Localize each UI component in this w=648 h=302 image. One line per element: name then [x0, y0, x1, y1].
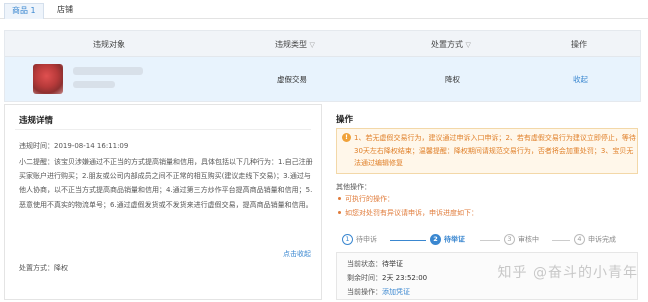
- warning-icon: !: [342, 133, 351, 142]
- reminder-text: 小二提醒：该宝贝涉嫌通过不正当的方式提高销量和信用，具体包括以下几种行为：1.自…: [19, 158, 313, 209]
- table-header: 违规对象 违规类型 ▽ 处置方式 ▽ 操作: [5, 31, 640, 57]
- blurred-product-title: [73, 67, 143, 75]
- measure-value: 降权: [445, 75, 460, 84]
- header-action: 操作: [571, 40, 587, 49]
- notice-box: ! 1、若无虚假交易行为，建议通过申诉入口申诉；2、若有虚假交易行为建议立即停止…: [336, 128, 638, 174]
- remaining-time: 剩余时间：2天 23:52:00: [347, 274, 428, 282]
- step-pending-appeal: 1 待申诉: [342, 234, 377, 245]
- step-appeal-complete: 4 申诉完成: [574, 234, 616, 245]
- filter-icon[interactable]: ▽: [466, 41, 471, 49]
- click-collapse-link[interactable]: 点击收起: [283, 249, 311, 259]
- header-violation-object: 违规对象: [93, 40, 125, 49]
- header-violation-type[interactable]: 违规类型 ▽: [275, 39, 315, 50]
- appeal-progress-steps: 1 待申诉 2 待举证 3 审核中 4 申诉完成: [336, 232, 638, 248]
- violations-table: 违规对象 违规类型 ▽ 处置方式 ▽ 操作 虚假交易 降权 收起: [4, 30, 641, 102]
- tab-goods[interactable]: 商品 1: [4, 3, 44, 19]
- measure-line: 处置方式：降权: [19, 264, 68, 272]
- tab-store[interactable]: 店铺: [50, 3, 80, 19]
- bullet-dot-icon: [338, 197, 341, 200]
- bullet-item: 如您对处罚有异议请申诉，申诉进度如下：: [336, 208, 478, 218]
- divider: [15, 129, 311, 130]
- bullet-dot-icon: [338, 211, 341, 214]
- step-connector: [390, 240, 426, 241]
- bullet-item: 可执行的操作：: [336, 194, 394, 204]
- header-measure[interactable]: 处置方式 ▽: [431, 39, 471, 50]
- current-action: 当前操作：添加凭证: [347, 288, 410, 296]
- filter-icon[interactable]: ▽: [310, 41, 315, 49]
- step-pending-evidence: 2 待举证: [430, 234, 465, 245]
- violation-type-value: 虚假交易: [277, 75, 307, 84]
- notice-text: 1、若无虚假交易行为，建议通过申诉入口申诉；2、若有虚假交易行为建议立即停止，等…: [354, 134, 636, 167]
- detail-title: 违规详情: [19, 116, 54, 126]
- tab-bar: 商品 1 店铺: [0, 0, 648, 19]
- collapse-link[interactable]: 收起: [573, 74, 588, 85]
- other-operations-title: 其他操作：: [336, 183, 371, 191]
- step-under-review: 3 审核中: [504, 234, 539, 245]
- violation-time: 违规时间：2019-08-14 16:11:09: [19, 142, 129, 150]
- step-connector: [480, 240, 500, 241]
- current-status: 当前状态：待举证: [347, 260, 403, 268]
- violation-detail-panel: 违规详情 违规时间：2019-08-14 16:11:09 小二提醒：该宝贝涉嫌…: [4, 104, 322, 300]
- blurred-product-id: [73, 81, 115, 88]
- step-connector: [552, 240, 570, 241]
- table-row[interactable]: 虚假交易 降权 收起: [5, 57, 640, 101]
- ops-title: 操作: [336, 115, 354, 125]
- add-evidence-link[interactable]: 添加凭证: [382, 288, 410, 296]
- product-thumbnail[interactable]: [33, 64, 63, 94]
- watermark: 知乎 @奋斗的小青年: [497, 265, 638, 281]
